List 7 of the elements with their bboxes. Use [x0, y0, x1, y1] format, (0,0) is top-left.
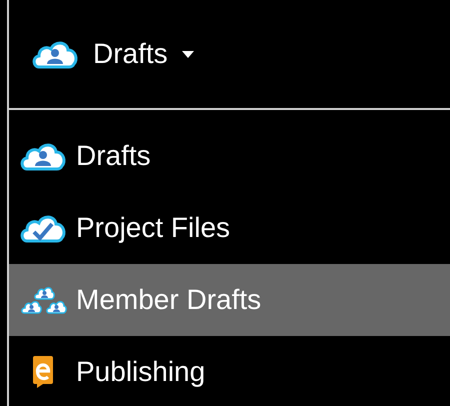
cloud-group-icon — [19, 284, 67, 316]
menu-item[interactable]: Member Drafts — [9, 264, 450, 336]
menu-item[interactable]: Project Files — [9, 192, 450, 264]
caret-icon — [182, 50, 194, 58]
drafts-dropdown[interactable]: Drafts — [31, 38, 194, 70]
menu-item[interactable]: Publishing — [9, 336, 450, 406]
menu-item[interactable]: Drafts — [9, 120, 450, 192]
